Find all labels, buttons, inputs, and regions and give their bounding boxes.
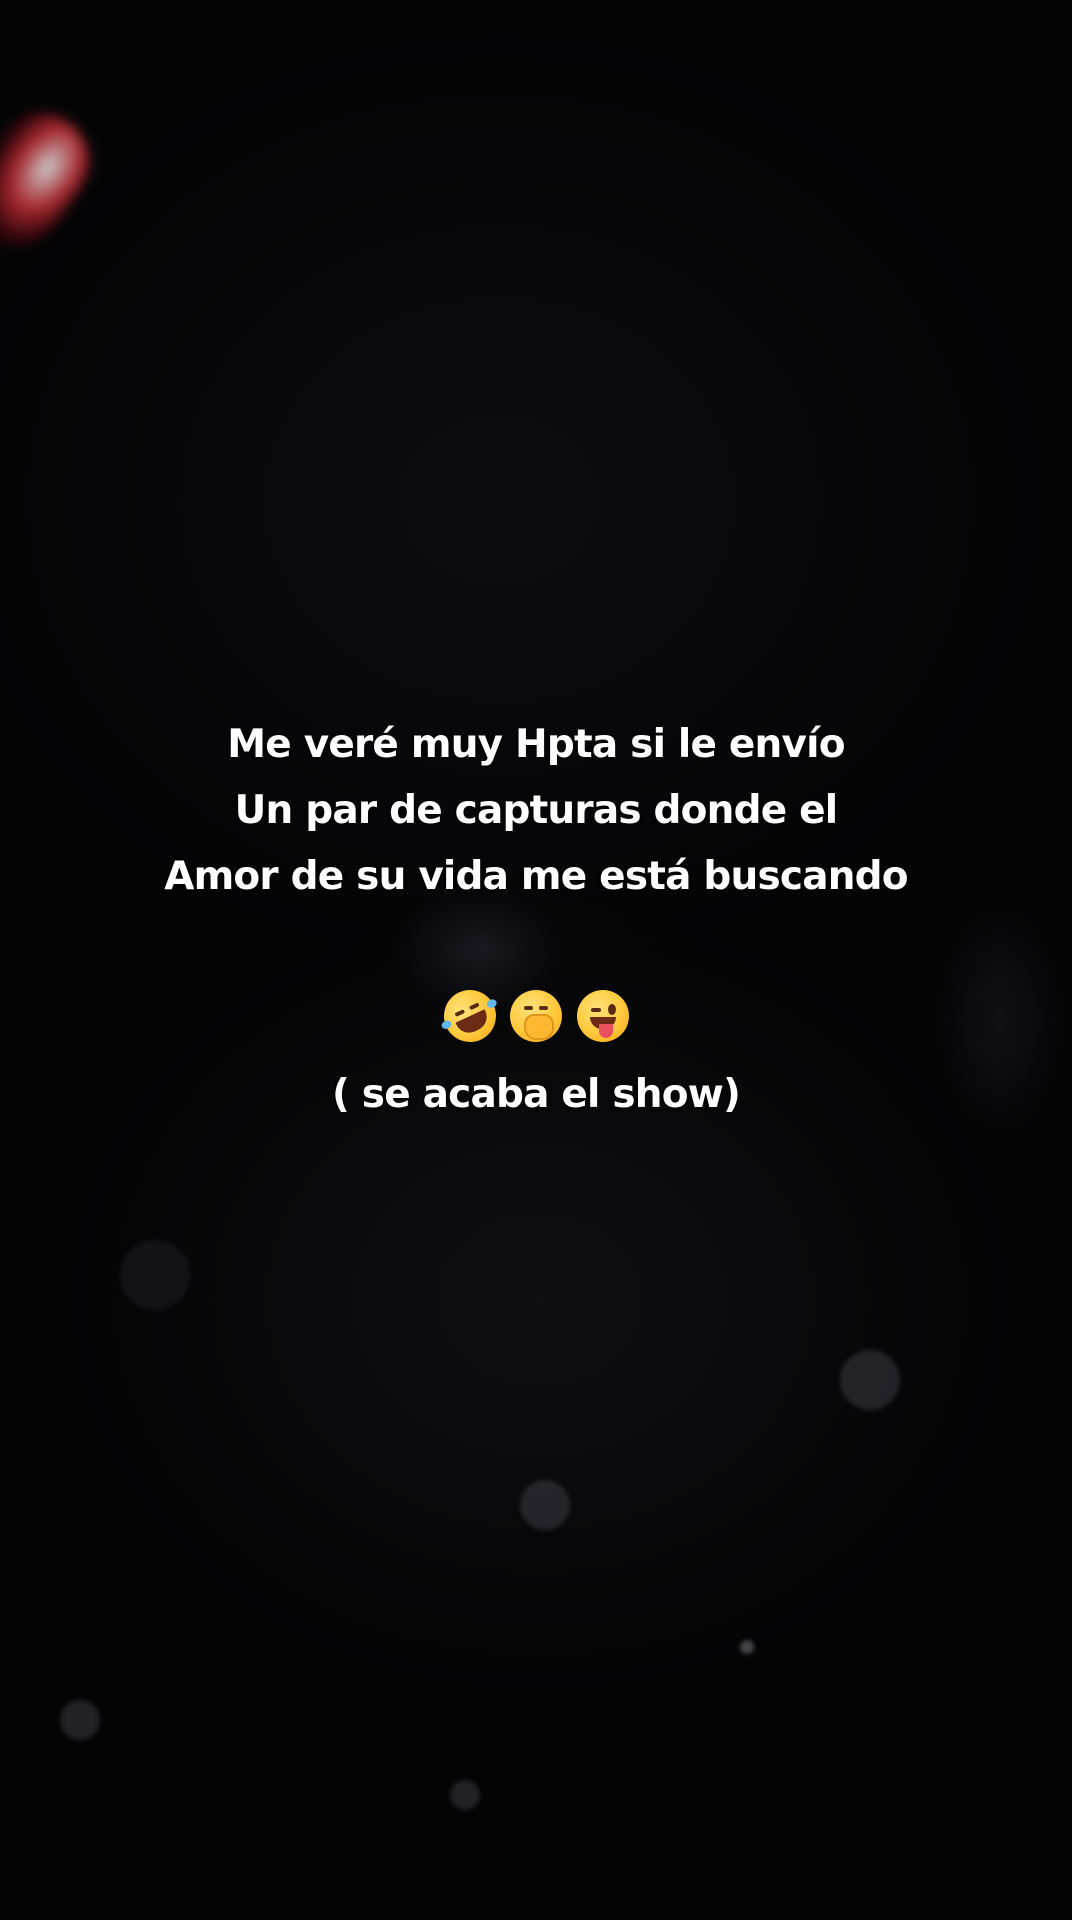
background-speck [60, 1700, 100, 1740]
caption-line-3: Amor de su vida me está buscando [164, 854, 908, 899]
winking-face-with-tongue-icon [576, 989, 629, 1042]
background-speck [120, 1240, 190, 1310]
video-frame: Me veré muy Hpta si le envío Un par de c… [0, 0, 1072, 1920]
background-speck [520, 1480, 570, 1530]
caption-footer: ( se acaba el show) [331, 1072, 741, 1117]
red-light-blur [0, 95, 107, 265]
caption-line-2: Un par de capturas donde el [234, 788, 839, 833]
caption-line-1: Me veré muy Hpta si le envío [227, 722, 845, 767]
caption-footer-block: ( se acaba el show) [0, 1062, 1072, 1128]
face-with-hand-over-mouth-icon [510, 989, 562, 1042]
background-speck [840, 1350, 900, 1410]
caption-block: Me veré muy Hpta si le envío Un par de c… [0, 712, 1072, 910]
background-speck [450, 1780, 480, 1810]
background-speck [740, 1640, 754, 1654]
emoji-row [0, 980, 1072, 1051]
rolling-on-floor-laughing-icon [434, 980, 505, 1051]
